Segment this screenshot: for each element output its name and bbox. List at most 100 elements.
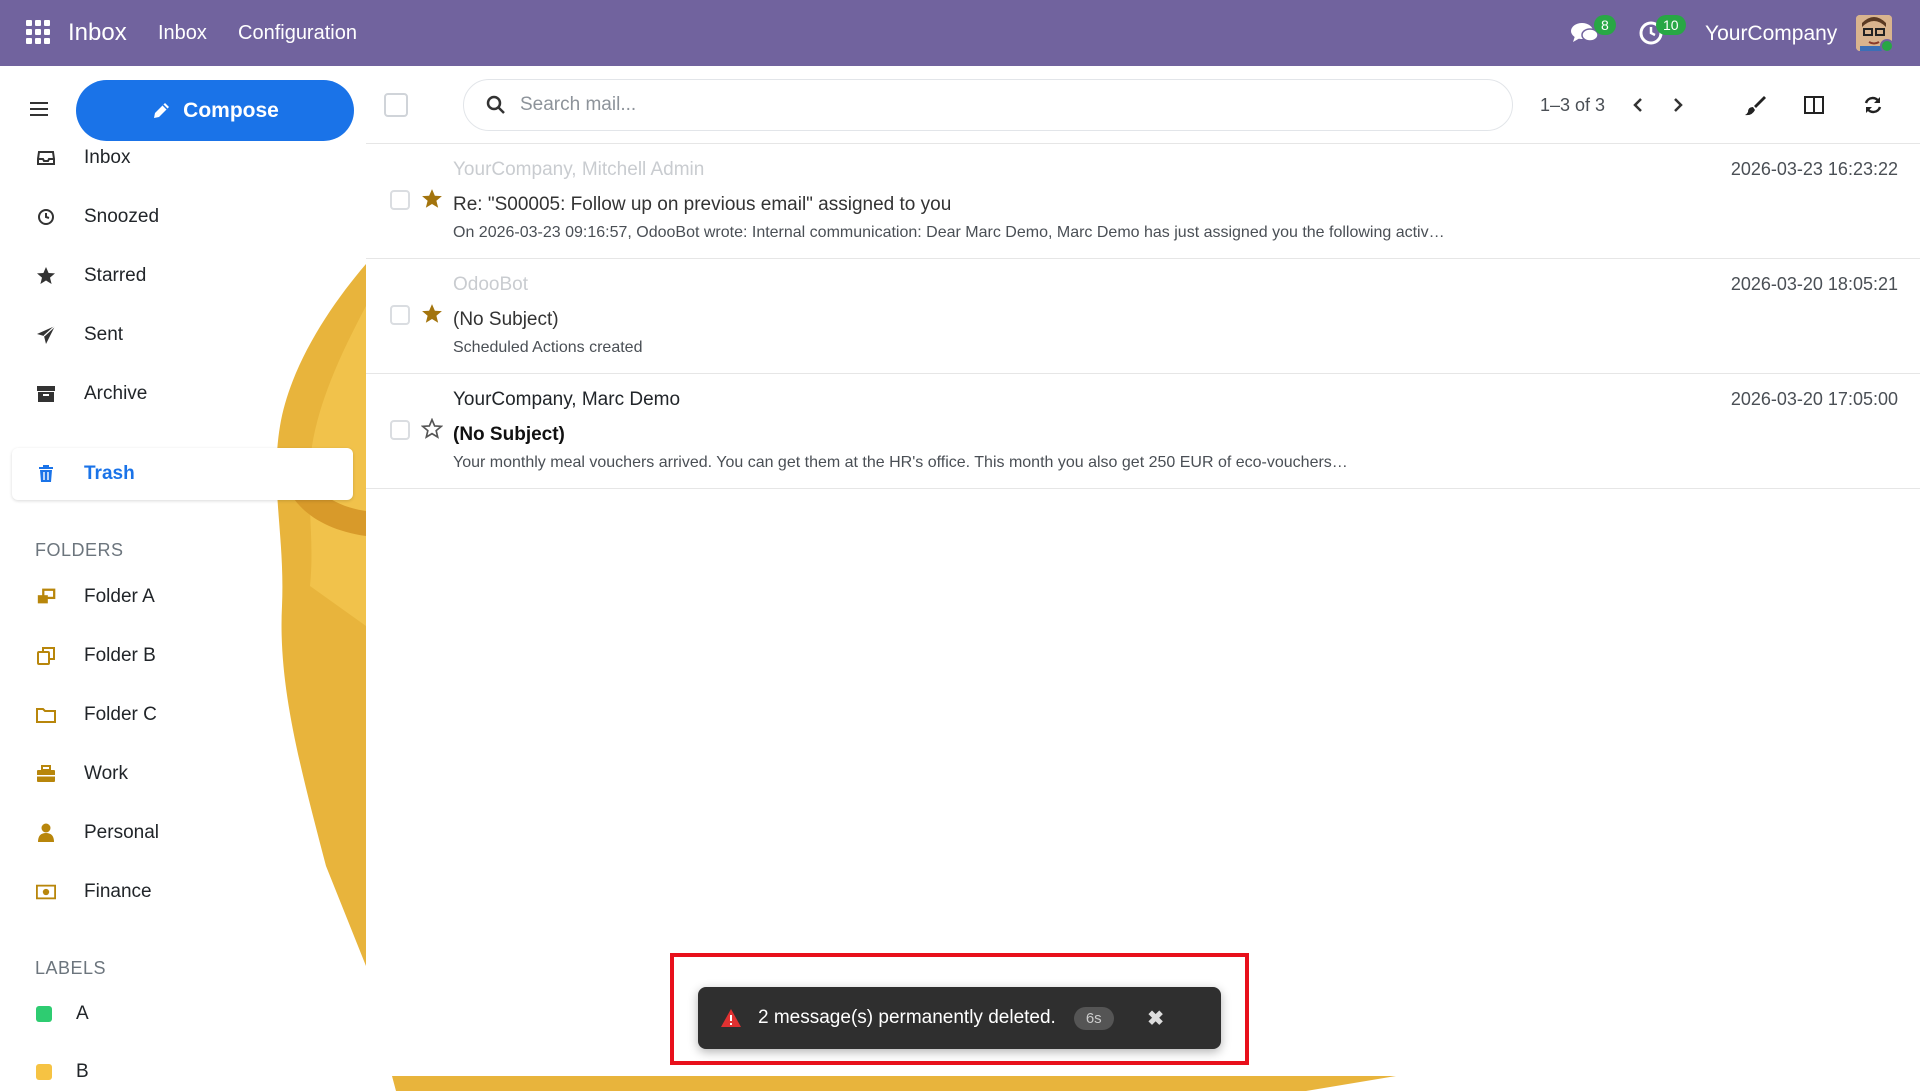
nav-menu-configuration[interactable]: Configuration [238, 22, 357, 45]
sidebar-item-label: Inbox [84, 147, 131, 168]
sidebar-item-trash[interactable]: Trash [12, 448, 353, 500]
search-icon [486, 95, 505, 114]
sidebar-label-b[interactable]: B [12, 1047, 353, 1091]
activity-menu[interactable]: 10 [1638, 15, 1686, 48]
sidebar-item-archive[interactable]: Archive [12, 369, 353, 419]
app-grid-icon[interactable] [26, 20, 50, 44]
label-color-swatch [36, 1064, 52, 1080]
star-outline-icon[interactable] [421, 418, 443, 440]
pencil-icon [154, 102, 170, 118]
sidebar-item-label: Finance [84, 881, 152, 902]
sidebar-item-label: Work [84, 763, 128, 784]
top-navbar: Inbox Inbox Configuration 8 10 YourCompa… [0, 0, 1920, 66]
folders-section-title: FOLDERS [35, 540, 124, 560]
split-view-button[interactable] [1799, 90, 1829, 120]
online-status-dot [1880, 39, 1894, 53]
message-sender: OdooBot [453, 274, 528, 295]
company-switcher[interactable]: YourCompany [1705, 22, 1837, 46]
sidebar-folder-work[interactable]: Work [12, 749, 353, 799]
paintbrush-icon [1745, 96, 1766, 116]
search-bar[interactable] [463, 79, 1513, 131]
search-input[interactable] [520, 94, 1420, 116]
message-date: 2026-03-20 18:05:21 [1730, 274, 1898, 294]
sidebar-item-label: Personal [84, 822, 159, 843]
refresh-icon [1864, 96, 1882, 114]
sidebar-item-label: Folder C [84, 704, 157, 725]
mail-list-panel: 1–3 of 3 YourCompany, Mitchell Admin Re:… [366, 66, 1920, 1091]
pager-value[interactable]: 1–3 of 3 [1540, 95, 1605, 116]
message-date: 2026-03-20 17:05:00 [1730, 389, 1898, 409]
message-row[interactable]: YourCompany, Mitchell Admin Re: "S00005:… [366, 144, 1920, 259]
pager-next-button[interactable] [1663, 90, 1693, 120]
sidebar-item-label: Archive [84, 383, 148, 404]
user-icon [36, 823, 56, 843]
money-icon [36, 882, 56, 902]
sidebar-folder-c[interactable]: Folder C [12, 690, 353, 740]
compose-label: Compose [183, 98, 279, 122]
toast-message: 2 message(s) permanently deleted. [758, 1007, 1056, 1028]
pager-previous-button[interactable] [1623, 90, 1653, 120]
sidebar-item-label: Folder A [84, 586, 155, 607]
label-color-swatch [36, 1006, 52, 1022]
sidebar-label-a[interactable]: A [12, 989, 353, 1039]
sidebar-item-label: B [76, 1061, 89, 1082]
sidebar-folder-b[interactable]: Folder B [12, 631, 353, 681]
sidebar-folder-a[interactable]: Folder A [12, 572, 353, 622]
notification-toast: 2 message(s) permanently deleted. 6s ✖ [698, 987, 1221, 1049]
sidebar-item-label: Starred [84, 265, 147, 286]
star-icon [36, 266, 56, 286]
sidebar-folder-finance[interactable]: Finance [12, 867, 353, 917]
app-brand[interactable]: Inbox [68, 19, 127, 47]
select-all-checkbox[interactable] [384, 93, 408, 117]
briefcase-icon [36, 764, 56, 784]
message-checkbox[interactable] [390, 305, 410, 325]
message-subject: (No Subject) [453, 424, 565, 445]
message-preview: Scheduled Actions created [453, 339, 643, 356]
inbox-icon [36, 148, 56, 168]
compose-button[interactable]: Compose [76, 80, 354, 141]
paper-plane-icon [36, 325, 56, 345]
sidebar-item-label: Snoozed [84, 206, 160, 227]
star-filled-icon[interactable] [421, 188, 443, 210]
message-sender: YourCompany, Mitchell Admin [453, 159, 705, 180]
sidebar-item-label: Trash [84, 463, 135, 484]
message-date: 2026-03-23 16:23:22 [1730, 159, 1898, 179]
message-subject: Re: "S00005: Follow up on previous email… [453, 194, 952, 215]
sidebar-item-label: A [76, 1003, 89, 1024]
columns-icon [1804, 96, 1824, 114]
sidebar-toggle-icon[interactable] [30, 102, 48, 116]
clock-icon [36, 207, 56, 227]
message-row[interactable]: YourCompany, Marc Demo (No Subject) Your… [366, 374, 1920, 489]
archive-box-icon [36, 384, 56, 404]
folder-stack-icon [36, 587, 56, 607]
chevron-left-icon [1633, 98, 1642, 112]
close-icon[interactable]: ✖ [1146, 1008, 1166, 1030]
toast-countdown-badge: 6s [1073, 1006, 1114, 1030]
message-preview: Your monthly meal vouchers arrived. You … [453, 454, 1348, 471]
message-checkbox[interactable] [390, 420, 410, 440]
message-checkbox[interactable] [390, 190, 410, 210]
star-filled-icon[interactable] [421, 303, 443, 325]
message-row[interactable]: OdooBot (No Subject) Scheduled Actions c… [366, 259, 1920, 374]
sidebar-item-inbox[interactable]: Inbox [12, 133, 353, 183]
nav-menu-inbox[interactable]: Inbox [158, 22, 207, 45]
mail-toolbar: 1–3 of 3 [366, 66, 1920, 144]
activities-count-badge: 10 [1656, 15, 1686, 35]
messaging-menu[interactable]: 8 [1570, 15, 1616, 48]
sidebar-item-label: Sent [84, 324, 124, 345]
refresh-button[interactable] [1858, 90, 1888, 120]
chevron-right-icon [1674, 98, 1683, 112]
message-preview: On 2026-03-23 09:16:57, OdooBot wrote: I… [453, 224, 1445, 241]
sidebar-item-snoozed[interactable]: Snoozed [12, 192, 353, 242]
folder-outline-icon [36, 705, 56, 725]
warning-triangle-icon [721, 1009, 741, 1027]
sidebar-folder-personal[interactable]: Personal [12, 808, 353, 858]
message-sender: YourCompany, Marc Demo [453, 389, 681, 410]
customize-button[interactable] [1740, 90, 1770, 120]
sidebar-item-sent[interactable]: Sent [12, 310, 353, 360]
sidebar-item-label: Folder B [84, 645, 156, 666]
trash-icon [36, 464, 56, 484]
messages-count-badge: 8 [1594, 15, 1616, 35]
sidebar: Compose Inbox Snoozed Starred Sent Archi… [0, 66, 366, 1091]
sidebar-item-starred[interactable]: Starred [12, 251, 353, 301]
